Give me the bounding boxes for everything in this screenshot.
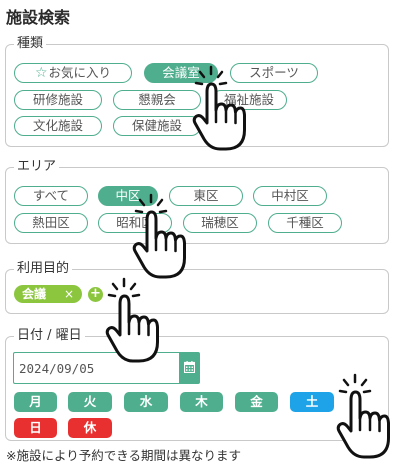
reservation-note: ※施設により予約できる期間は異なります	[6, 448, 241, 463]
star-icon: ☆	[34, 65, 48, 81]
area-all[interactable]: すべて	[14, 186, 88, 206]
add-purpose-button[interactable]: +	[88, 287, 103, 302]
purpose-chip-label: 会議	[22, 287, 47, 301]
tag-favorites[interactable]: ☆お気に入り	[14, 63, 132, 83]
tag-health-facility[interactable]: 保健施設	[113, 116, 201, 136]
purpose-legend: 利用目的	[17, 261, 70, 276]
calendar-button[interactable]	[179, 352, 200, 384]
page-title: 施設検索	[6, 8, 71, 27]
day-thursday[interactable]: 木	[180, 392, 223, 412]
area-mizuho[interactable]: 瑞穂区	[183, 213, 257, 233]
facility-type-legend: 種類	[17, 36, 44, 51]
remove-chip-icon[interactable]: ×	[64, 285, 74, 303]
hand-pointer-icon-3	[105, 277, 159, 363]
tag-training-facility[interactable]: 研修施設	[14, 90, 102, 110]
hand-pointer-icon-2	[132, 193, 186, 279]
day-monday[interactable]: 月	[14, 392, 57, 412]
day-holiday[interactable]: 休	[68, 418, 112, 438]
day-friday[interactable]: 金	[235, 392, 278, 412]
area-chikusa[interactable]: 千種区	[268, 213, 342, 233]
day-wednesday[interactable]: 水	[124, 392, 168, 412]
date-group: 日付 / 曜日	[5, 329, 389, 441]
tag-favorites-label: お気に入り	[48, 65, 112, 80]
tag-social-gathering[interactable]: 懇親会	[113, 90, 201, 110]
purpose-chip-meeting: 会議 ×	[14, 285, 82, 303]
day-sunday[interactable]: 日	[14, 418, 57, 438]
day-saturday[interactable]: 土	[290, 392, 334, 412]
day-tuesday[interactable]: 火	[68, 392, 112, 412]
tag-culture-facility[interactable]: 文化施設	[14, 116, 102, 136]
hand-pointer-icon	[192, 65, 246, 151]
area-legend: エリア	[17, 159, 57, 174]
calendar-icon	[184, 361, 195, 373]
area-nakamura[interactable]: 中村区	[253, 186, 327, 206]
hand-pointer-icon-4	[336, 373, 390, 459]
date-legend: 日付 / 曜日	[17, 328, 82, 343]
area-atsuta[interactable]: 熱田区	[14, 213, 88, 233]
